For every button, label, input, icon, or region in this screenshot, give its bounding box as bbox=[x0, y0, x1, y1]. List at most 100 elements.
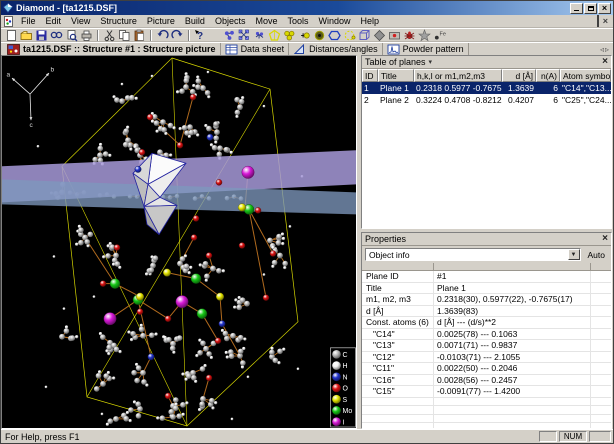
new-button[interactable] bbox=[4, 29, 19, 42]
chevron-down-icon[interactable]: ▼ bbox=[568, 249, 580, 260]
tab-ta1215-dsf-structure-1-structure-picture[interactable]: ta1215.DSF :: Structure #1 : Structure p… bbox=[3, 43, 221, 56]
atom-N[interactable] bbox=[219, 321, 225, 327]
cut-button[interactable] bbox=[102, 29, 117, 42]
molecule-button[interactable] bbox=[237, 29, 252, 42]
render-button[interactable] bbox=[387, 29, 402, 42]
print-button[interactable] bbox=[79, 29, 94, 42]
menu-help[interactable]: Help bbox=[356, 15, 385, 28]
property-row[interactable]: "C15"-0.0091(77) --- 1.4200 bbox=[362, 386, 611, 398]
atom-I[interactable] bbox=[176, 295, 188, 307]
properties-close-icon[interactable]: × bbox=[602, 234, 608, 244]
print-preview-button[interactable] bbox=[64, 29, 79, 42]
structure-canvas[interactable]: abcCHNOSMoI bbox=[2, 56, 356, 428]
atom-O[interactable] bbox=[190, 94, 196, 100]
atom-O[interactable] bbox=[263, 295, 269, 301]
atom-S[interactable] bbox=[238, 204, 246, 212]
atom-Mo[interactable] bbox=[110, 279, 120, 289]
cell-button[interactable] bbox=[357, 29, 372, 42]
undo-button[interactable] bbox=[155, 29, 170, 42]
menu-build[interactable]: Build bbox=[180, 15, 210, 28]
save-button[interactable] bbox=[34, 29, 49, 42]
rotate-button[interactable] bbox=[342, 29, 357, 42]
atom-O[interactable] bbox=[191, 234, 197, 240]
tab-distances-angles[interactable]: Distances/angles bbox=[289, 43, 383, 56]
cluster-button[interactable] bbox=[282, 29, 297, 42]
add-atom-button[interactable]: + bbox=[297, 29, 312, 42]
property-row[interactable]: m1, m2, m30.2318(30), 0.5977(22), -0.767… bbox=[362, 294, 611, 306]
atom-O[interactable] bbox=[206, 375, 212, 381]
fe-button[interactable]: Fe bbox=[432, 29, 447, 42]
atom-O[interactable] bbox=[215, 338, 221, 344]
menu-view[interactable]: View bbox=[66, 15, 95, 28]
spider-button[interactable] bbox=[402, 29, 417, 42]
atom-Mo[interactable] bbox=[197, 309, 207, 319]
atom-O[interactable] bbox=[100, 281, 106, 287]
atom-O[interactable] bbox=[216, 179, 222, 185]
polyhedron-button[interactable] bbox=[267, 29, 282, 42]
restore-button[interactable] bbox=[584, 3, 597, 14]
atom-N[interactable] bbox=[207, 134, 213, 140]
app-icon[interactable] bbox=[3, 3, 13, 13]
document-system-icon[interactable] bbox=[3, 16, 14, 27]
property-row[interactable]: "C12"-0.0103(71) --- 2.1055 bbox=[362, 352, 611, 364]
plane-row-1[interactable]: 1Plane 10.2318 0.5977 -0.76751.36396"C14… bbox=[362, 82, 611, 94]
atom-O[interactable] bbox=[137, 309, 143, 315]
hexagon-button[interactable] bbox=[327, 29, 342, 42]
auto-button[interactable]: Auto bbox=[585, 250, 609, 260]
atom-S[interactable] bbox=[136, 293, 144, 301]
diamond-button[interactable] bbox=[372, 29, 387, 42]
filled-circle-button[interactable] bbox=[312, 29, 327, 42]
property-row[interactable]: Const. atoms (6)d [Å] --- (d/s)**2 bbox=[362, 317, 611, 329]
menu-file[interactable]: File bbox=[16, 15, 41, 28]
column-header-d[interactable]: d [Å] bbox=[502, 69, 536, 82]
atom-N[interactable] bbox=[148, 354, 154, 360]
paste-button[interactable] bbox=[132, 29, 147, 42]
property-row[interactable]: d [Å]1.3639(83) bbox=[362, 306, 611, 318]
atom-O[interactable] bbox=[193, 215, 199, 221]
properties-mode-select[interactable]: Object info ▼ bbox=[365, 248, 581, 261]
atom-N[interactable] bbox=[135, 166, 141, 172]
redo-button[interactable] bbox=[170, 29, 185, 42]
menu-picture[interactable]: Picture bbox=[142, 15, 180, 28]
plane-row-2[interactable]: 2Plane 20.3224 0.4708 -0.82120.42076"C25… bbox=[362, 94, 611, 106]
atom-O[interactable] bbox=[165, 393, 171, 399]
tab-powder-pattern[interactable]: Powder pattern bbox=[383, 43, 469, 56]
column-header-atom-symbols[interactable]: Atom symbols bbox=[560, 69, 611, 82]
property-row[interactable]: "C13"0.0071(71) --- 0.9837 bbox=[362, 340, 611, 352]
atom-O[interactable] bbox=[177, 142, 183, 148]
property-row[interactable]: Plane ID#1 bbox=[362, 271, 611, 283]
child-restore-button[interactable] bbox=[597, 16, 599, 26]
column-header-title[interactable]: Title bbox=[378, 69, 414, 82]
menu-structure[interactable]: Structure bbox=[95, 15, 142, 28]
menu-move[interactable]: Move bbox=[250, 15, 282, 28]
menu-window[interactable]: Window bbox=[313, 15, 355, 28]
atom-I[interactable] bbox=[242, 166, 254, 178]
properties-header[interactable]: Properties × bbox=[362, 233, 611, 246]
atom-Mo[interactable] bbox=[191, 274, 201, 284]
property-row[interactable]: "C11"0.0022(50) --- 0.2046 bbox=[362, 363, 611, 375]
atom-O[interactable] bbox=[114, 245, 120, 251]
atom-O[interactable] bbox=[165, 316, 171, 322]
atom-O[interactable] bbox=[139, 149, 145, 155]
table-of-planes-close-icon[interactable]: × bbox=[602, 57, 608, 67]
fragment-button[interactable] bbox=[252, 29, 267, 42]
property-row[interactable]: TitlePlane 1 bbox=[362, 283, 611, 295]
structure-viewport[interactable]: abcCHNOSMoI bbox=[1, 55, 357, 429]
minimize-button[interactable] bbox=[570, 3, 583, 14]
atom-O[interactable] bbox=[147, 114, 153, 120]
tab-data-sheet[interactable]: Data sheet bbox=[221, 43, 290, 56]
open-button[interactable] bbox=[19, 29, 34, 42]
atoms-button[interactable] bbox=[222, 29, 237, 42]
atom-S[interactable] bbox=[163, 269, 171, 277]
menu-tools[interactable]: Tools bbox=[282, 15, 313, 28]
column-header-n-a[interactable]: n(A) bbox=[536, 69, 560, 82]
tab-scroll-left-button[interactable]: ◃ bbox=[600, 45, 604, 54]
property-row[interactable]: "C14"0.0025(78) --- 0.1063 bbox=[362, 329, 611, 341]
atom-S[interactable] bbox=[216, 293, 224, 301]
column-header-h-k-l-or-m1-m2-m3[interactable]: h,k,l or m1,m2,m3 bbox=[414, 69, 502, 82]
atom-O[interactable] bbox=[206, 253, 212, 259]
menu-edit[interactable]: Edit bbox=[41, 15, 67, 28]
table-of-planes-header[interactable]: Table of planes ▾ × bbox=[362, 56, 611, 69]
atom-O[interactable] bbox=[239, 243, 245, 249]
copy-button[interactable] bbox=[117, 29, 132, 42]
